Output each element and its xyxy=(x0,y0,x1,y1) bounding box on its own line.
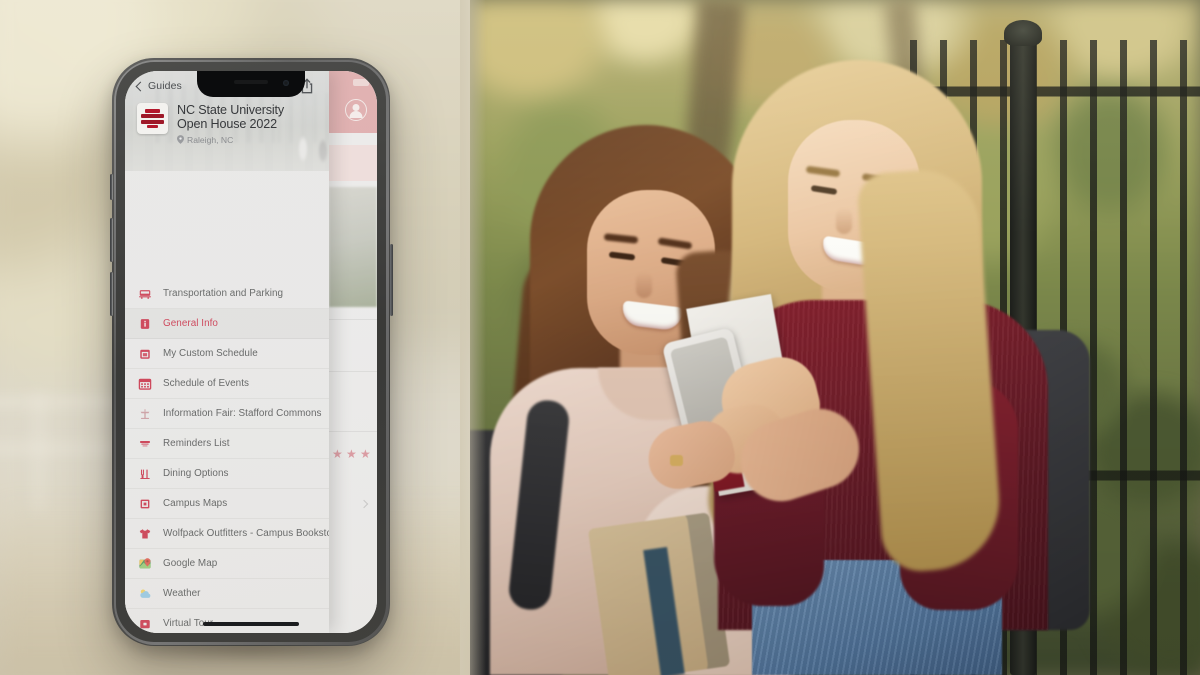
scene-stage: ★ ★ ★ Guides NC State University Open Ho… xyxy=(0,0,1200,675)
earpiece-speaker-icon xyxy=(234,80,268,84)
chevron-right-icon xyxy=(359,499,369,509)
menu-item-general-info[interactable]: General Info xyxy=(125,309,329,339)
calendar-grid-icon xyxy=(137,376,152,391)
event-app-icon xyxy=(137,103,168,134)
background-screen-divider xyxy=(329,319,377,320)
phone-screen: ★ ★ ★ Guides NC State University Open Ho… xyxy=(125,71,377,633)
guide-menu-items: Transportation and Parking General Info … xyxy=(125,279,329,633)
menu-item-label: Wolfpack Outfitters - Campus Bookstore xyxy=(163,528,329,539)
photo-color-grade xyxy=(470,0,1200,675)
google-maps-icon xyxy=(137,556,152,571)
phone-device: ★ ★ ★ Guides NC State University Open Ho… xyxy=(109,58,393,646)
event-header: NC State University Open House 2022 Rale… xyxy=(125,103,329,145)
booth-icon xyxy=(137,406,152,421)
menu-item-schedule-of-events[interactable]: Schedule of Events xyxy=(125,369,329,399)
back-button[interactable]: Guides xyxy=(135,80,182,92)
front-camera-icon xyxy=(283,80,289,86)
phone-notch xyxy=(197,71,305,97)
event-location: Raleigh, NC xyxy=(177,135,317,145)
menu-item-virtual-tour[interactable]: Virtual Tour xyxy=(125,609,329,633)
menu-item-label: Reminders List xyxy=(163,438,230,449)
map-icon xyxy=(137,496,152,511)
chevron-left-icon xyxy=(135,81,146,91)
menu-item-label: Schedule of Events xyxy=(163,378,249,389)
event-location-label: Raleigh, NC xyxy=(187,134,234,145)
home-indicator[interactable] xyxy=(203,622,299,626)
menu-item-label: Dining Options xyxy=(163,468,229,479)
rating-stars: ★ ★ ★ xyxy=(332,447,371,461)
event-title: NC State University Open House 2022 xyxy=(177,103,285,132)
menu-item-dining-options[interactable]: Dining Options xyxy=(125,459,329,489)
menu-item-label: My Custom Schedule xyxy=(163,348,258,359)
phone-power-button[interactable] xyxy=(389,244,393,316)
video-icon xyxy=(137,616,152,631)
phone-volume-down-button[interactable] xyxy=(109,272,113,316)
menu-item-label: Google Map xyxy=(163,558,218,569)
menu-item-transportation-and-parking[interactable]: Transportation and Parking xyxy=(125,279,329,309)
background-screen-pill xyxy=(353,79,369,86)
weather-icon xyxy=(137,586,152,601)
guide-menu-list[interactable]: Transportation and Parking General Info … xyxy=(125,171,329,633)
event-icon-band xyxy=(145,108,160,113)
menu-item-label: Campus Maps xyxy=(163,498,228,509)
background-screen-divider xyxy=(329,431,377,432)
menu-item-wolfpack-outfitters-campus-bookstore[interactable]: Wolfpack Outfitters - Campus Bookstore xyxy=(125,519,329,549)
bus-icon xyxy=(137,286,152,301)
background-screen-divider xyxy=(329,371,377,372)
account-circle-icon[interactable] xyxy=(345,99,367,121)
phone-volume-up-button[interactable] xyxy=(109,218,113,262)
menu-item-label: General Info xyxy=(163,318,218,329)
info-card-icon xyxy=(137,316,152,331)
event-icon-band xyxy=(141,114,164,119)
star-icon: ★ xyxy=(332,447,343,461)
event-text-block: NC State University Open House 2022 Rale… xyxy=(177,103,317,145)
star-icon: ★ xyxy=(360,447,371,461)
calendar-icon xyxy=(137,346,152,361)
background-screen-card xyxy=(329,145,377,181)
menu-item-label: Information Fair: Stafford Commons xyxy=(163,408,322,419)
phone-body: ★ ★ ★ Guides NC State University Open Ho… xyxy=(116,62,386,642)
menu-item-reminders-list[interactable]: Reminders List xyxy=(125,429,329,459)
guide-sheet: Guides NC State University Open House 20… xyxy=(125,71,329,633)
background-screen-header xyxy=(329,71,377,133)
event-icon-band xyxy=(141,119,164,124)
phone-mute-switch[interactable] xyxy=(109,174,113,200)
menu-item-information-fair-stafford-commons[interactable]: Information Fair: Stafford Commons xyxy=(125,399,329,429)
tshirt-icon xyxy=(137,526,152,541)
event-icon-band xyxy=(147,125,158,129)
menu-item-weather[interactable]: Weather xyxy=(125,579,329,609)
menu-item-campus-maps[interactable]: Campus Maps xyxy=(125,489,329,519)
background-screen: ★ ★ ★ xyxy=(329,71,377,633)
cutlery-icon xyxy=(137,466,152,481)
menu-item-label: Weather xyxy=(163,588,201,599)
map-pin-icon xyxy=(177,135,184,145)
back-button-label: Guides xyxy=(148,80,182,92)
menu-item-label: Transportation and Parking xyxy=(163,288,284,299)
menu-item-google-map[interactable]: Google Map xyxy=(125,549,329,579)
menu-item-my-custom-schedule[interactable]: My Custom Schedule xyxy=(125,339,329,369)
list-icon xyxy=(137,436,152,451)
students-photo xyxy=(470,0,1200,675)
backdrop-photo-seam xyxy=(460,0,486,675)
star-icon: ★ xyxy=(346,447,357,461)
background-screen-image xyxy=(329,187,377,307)
